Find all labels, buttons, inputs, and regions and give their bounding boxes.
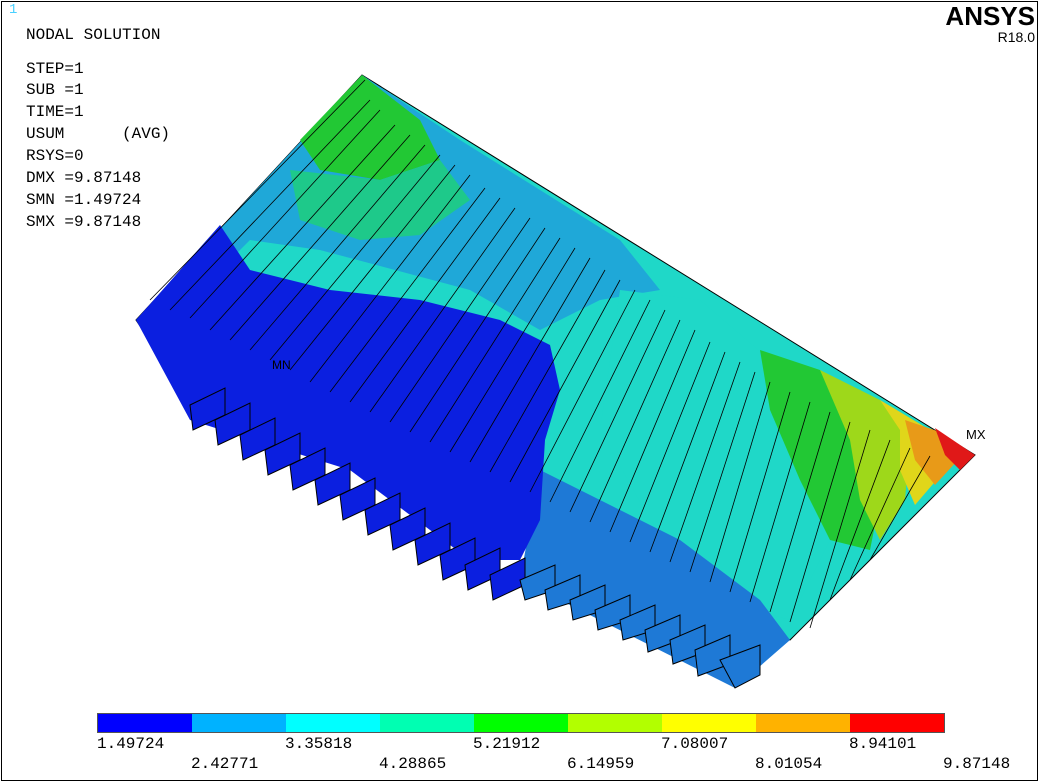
legend-value-top-5: 8.94101 xyxy=(849,735,917,753)
legend-value-bottom-3: 6.14959 xyxy=(567,755,635,773)
legend-band-2 xyxy=(192,714,286,732)
info-time: TIME=1 xyxy=(26,103,84,121)
legend-value-top-2: 3.35818 xyxy=(285,735,353,753)
legend-band-9 xyxy=(850,714,944,732)
legend-value-top-3: 5.21912 xyxy=(473,735,541,753)
legend-band-4 xyxy=(380,714,474,732)
legend-band-3 xyxy=(286,714,380,732)
legend-band-5 xyxy=(474,714,568,732)
info-sub: SUB =1 xyxy=(26,81,84,99)
deformed-model xyxy=(135,74,976,689)
info-dmx: DMX =9.87148 xyxy=(26,169,142,187)
region-green-top xyxy=(300,75,440,180)
legend-band-7 xyxy=(662,714,756,732)
info-title: NODAL SOLUTION xyxy=(26,26,161,44)
legend-value-bottom-4: 8.01054 xyxy=(755,755,823,773)
legend-value-bottom-2: 4.28865 xyxy=(379,755,447,773)
legend-value-bottom-1: 2.42771 xyxy=(191,755,259,773)
info-step: STEP=1 xyxy=(26,60,84,78)
max-marker: MX xyxy=(966,427,986,442)
legend-band-6 xyxy=(568,714,662,732)
model-plot[interactable]: MN MX xyxy=(0,0,1041,705)
info-usum: USUM (AVG) xyxy=(26,125,171,143)
legend-value-bottom-5: 9.87148 xyxy=(943,755,1011,773)
min-marker: MN xyxy=(272,358,291,372)
legend-value-top-4: 7.08007 xyxy=(661,735,729,753)
info-smx: SMX =9.87148 xyxy=(26,213,142,231)
info-rsys: RSYS=0 xyxy=(26,147,84,165)
legend-band-8 xyxy=(756,714,850,732)
legend-band-1 xyxy=(98,714,192,732)
info-smn: SMN =1.49724 xyxy=(26,191,142,209)
contour-legend xyxy=(97,713,945,733)
legend-value-top-1: 1.49724 xyxy=(97,735,165,753)
